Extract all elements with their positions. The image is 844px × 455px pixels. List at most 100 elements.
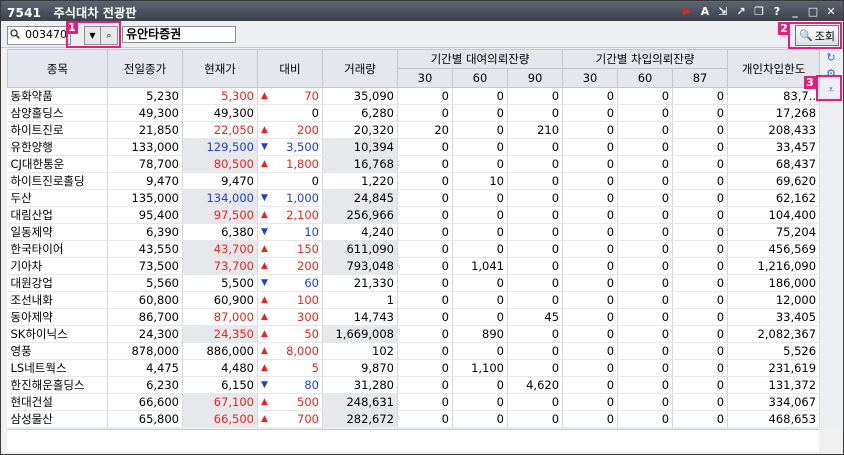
maximize-icon[interactable]: □ — [805, 3, 821, 19]
change-cell: ▲ 200 — [257, 257, 323, 275]
change-cell: ▼ 80 — [257, 376, 323, 394]
loan-30-cell: 0 — [397, 223, 453, 241]
change-cell: 0 — [257, 104, 323, 122]
individual-limit-cell: 83,7.. — [727, 87, 821, 105]
individual-limit-cell: 75,204 — [727, 223, 821, 241]
prev-close-cell: 9,470 — [107, 172, 183, 190]
help-icon[interactable]: ? — [769, 3, 785, 19]
individual-limit-cell: 17,268 — [727, 104, 821, 122]
title-icons: ▶ A ⇲ ↗ ❐ ? _ □ ✕ — [679, 3, 839, 19]
loan-30-cell: 0 — [397, 325, 453, 343]
table-row[interactable]: 한국타이어 43,550 43,700 ▲ 150 611,090 0 0 0 0 0 0 456,56… — [7, 240, 821, 258]
col-header-borrow-60[interactable]: 60 — [617, 68, 674, 88]
table-row[interactable]: SK하이닉스 24,300 24,350 ▲ 50 1,669,008 0 890 0 0 0 0 2,… — [7, 325, 821, 343]
loan-90-cell: 0 — [507, 155, 564, 173]
highlight-box-3 — [816, 75, 842, 101]
loan-30-cell: 0 — [397, 240, 453, 258]
loan-30-cell: 0 — [397, 376, 453, 394]
restore-icon[interactable]: ❐ — [751, 3, 767, 19]
loan-30-cell: 0 — [397, 87, 453, 105]
table-row[interactable]: 현대건설 66,600 67,100 ▲ 500 248,631 0 0 0 0 0 0 334,067 — [7, 393, 821, 411]
stock-code-input[interactable]: 003470 — [7, 26, 71, 45]
change-cell: ▲ 700 — [257, 410, 323, 428]
table-row[interactable]: 영풍 878,000 886,000 ▲ 8,000 102 0 0 0 0 0 0 5,526 — [7, 342, 821, 360]
table-row[interactable]: 유한양행 133,000 129,500 ▼ 3,500 10,394 0 0 0 0 0 0 33,4… — [7, 138, 821, 156]
change-value: 5 — [311, 361, 319, 375]
col-header-loan-60[interactable]: 60 — [452, 68, 508, 88]
borrow-87-cell: 0 — [672, 376, 729, 394]
fullscreen-icon[interactable]: ↗ — [733, 3, 749, 19]
current-price-cell: 9,470 — [182, 172, 258, 190]
borrow-60-cell: 0 — [617, 172, 674, 190]
table-row[interactable]: 대원강업 5,560 5,500 ▼ 60 21,330 0 0 0 0 0 0 186,000 — [7, 274, 821, 292]
loan-90-cell: 0 — [507, 393, 564, 411]
volume-cell: 31,280 — [322, 376, 398, 394]
individual-limit-cell: 468,653 — [727, 410, 821, 428]
stock-name-cell: 기아차 — [7, 257, 108, 275]
col-header-borrow-30[interactable]: 30 — [562, 68, 619, 88]
change-value: 50 — [304, 327, 319, 341]
minimize-icon[interactable]: _ — [787, 3, 803, 19]
col-header-prev-close[interactable]: 전일종가 — [107, 49, 183, 88]
table-row[interactable]: CJ대한통운 78,700 80,500 ▲ 1,800 16,768 0 0 0 0 0 0 68,4… — [7, 155, 821, 173]
current-price-cell: 24,350 — [182, 325, 258, 343]
individual-limit-cell: 1,216,090 — [727, 257, 821, 275]
borrow-87-cell: 0 — [672, 257, 729, 275]
play-icon[interactable]: ▶ — [679, 3, 695, 19]
table-row[interactable]: 조선내화 60,800 60,900 ▲ 100 1 0 0 0 0 0 0 12,000 — [7, 291, 821, 309]
table-row[interactable]: 일동제약 6,390 6,380 ▼ 10 4,240 0 0 0 0 0 0 75,204 — [7, 223, 821, 241]
close-icon[interactable]: ✕ — [823, 3, 839, 19]
borrow-87-cell: 0 — [672, 342, 729, 360]
down-arrow-icon: ▼ — [261, 142, 268, 152]
table-row[interactable]: 한진해운홀딩스 6,230 6,150 ▼ 80 31,280 0 0 4,620 0 0 0 131,… — [7, 376, 821, 394]
borrow-60-cell: 0 — [617, 104, 674, 122]
change-value: 10 — [304, 225, 319, 239]
table-row[interactable]: 삼양홀딩스 49,300 49,300 0 6,280 0 0 0 0 0 0 17,268 — [7, 104, 821, 122]
individual-limit-cell: 104,400 — [727, 206, 821, 224]
borrow-60-cell: 0 — [617, 342, 674, 360]
up-arrow-icon: ▲ — [261, 210, 268, 220]
table-row[interactable]: LS네트웍스 4,475 4,480 ▲ 5 9,870 0 1,100 0 0 0 0 231,619 — [7, 359, 821, 377]
volume-cell: 35,090 — [322, 87, 398, 105]
loan-30-cell: 0 — [397, 172, 453, 190]
change-value: 80 — [304, 378, 319, 392]
loan-90-cell: 0 — [507, 87, 564, 105]
borrow-30-cell: 0 — [562, 104, 619, 122]
stock-name-field: 유안타증권 — [122, 26, 236, 43]
table-row[interactable]: 대림산업 95,400 97,500 ▲ 2,100 256,966 0 0 0 0 0 0 104,4… — [7, 206, 821, 224]
font-icon[interactable]: A — [697, 3, 713, 19]
table-row[interactable]: 하이트진로 21,850 22,050 ▲ 200 20,320 20 0 210 0 0 0 208,… — [7, 121, 821, 139]
individual-limit-cell: 69,620 — [727, 172, 821, 190]
col-header-volume[interactable]: 거래량 — [322, 49, 398, 88]
expand-icon[interactable]: ⇲ — [715, 3, 731, 19]
col-header-loan-90[interactable]: 90 — [506, 68, 564, 88]
loan-30-cell: 0 — [397, 393, 453, 411]
col-header-current[interactable]: 현재가 — [182, 49, 258, 88]
borrow-87-cell: 0 — [672, 359, 729, 377]
title-bar[interactable]: 7541 주식대차 전광판 ▶ A ⇲ ↗ ❐ ? _ □ ✕ — [1, 1, 843, 21]
table-row[interactable]: 하이트진로홀딩 9,470 9,470 0 1,220 0 10 0 0 0 0 69,620 — [7, 172, 821, 190]
stock-name-cell: 삼양홀딩스 — [7, 104, 108, 122]
change-cell: ▲ 50 — [257, 325, 323, 343]
table-row[interactable]: 동아제약 86,700 87,000 ▲ 300 14,743 0 0 45 0 0 0 33,405 — [7, 308, 821, 326]
volume-cell: 102 — [322, 342, 398, 360]
change-cell: ▲ 300 — [257, 308, 323, 326]
loan-60-cell: 0 — [452, 189, 508, 207]
table-row[interactable]: 기아차 73,500 73,700 ▲ 200 793,048 0 1,041 0 0 0 0 1,21… — [7, 257, 821, 275]
loan-90-cell: 45 — [507, 308, 564, 326]
individual-limit-cell: 33,457 — [727, 138, 821, 156]
col-header-borrow-87[interactable]: 87 — [672, 68, 729, 88]
borrow-60-cell: 0 — [617, 240, 674, 258]
refresh-icon[interactable]: ↻ — [823, 51, 839, 65]
borrow-30-cell: 0 — [562, 376, 619, 394]
prev-close-cell: 65,800 — [107, 410, 183, 428]
change-value: 0 — [311, 174, 319, 188]
volume-cell: 1,669,008 — [322, 325, 398, 343]
table-row[interactable]: 동화약품 5,230 5,300 ▲ 70 35,090 0 0 0 0 0 0 83,7.. — [7, 87, 821, 105]
table-row[interactable]: 두산 135,000 134,000 ▼ 1,000 24,845 0 0 0 0 0 0 62,162 — [7, 189, 821, 207]
col-header-change[interactable]: 대비 — [257, 49, 323, 88]
table-row[interactable]: 삼성물산 65,800 66,500 ▲ 700 282,672 0 0 0 0 0 0 468,653 — [7, 410, 821, 428]
col-header-loan-30[interactable]: 30 — [397, 68, 453, 88]
col-header-name[interactable]: 종목 — [7, 49, 108, 88]
volume-cell: 24,845 — [322, 189, 398, 207]
